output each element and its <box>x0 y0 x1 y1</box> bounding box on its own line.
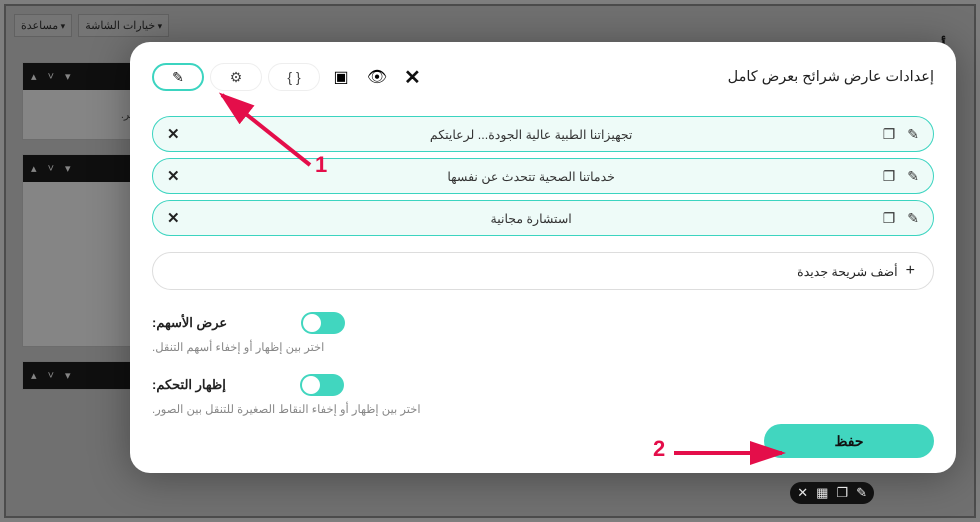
copy-icon[interactable]: ❐ <box>883 210 896 227</box>
close-icon: ✕ <box>404 67 421 89</box>
tab-code[interactable]: { } <box>268 63 320 91</box>
slide-item[interactable]: ✕ استشارة مجانية ❐ ✎ <box>152 200 934 236</box>
annotation-number-2: 2 <box>653 436 665 462</box>
slide-item[interactable]: ✕ تجهيزاتنا الطبية عالية الجودة... لرعاي… <box>152 116 934 152</box>
tab-preview[interactable]: 👁 <box>362 62 392 92</box>
save-button[interactable]: حفظ <box>764 424 934 458</box>
slide-item[interactable]: ✕ خدماتنا الصحية تتحدث عن نفسها ❐ ✎ <box>152 158 934 194</box>
eye-icon: 👁 <box>367 67 387 87</box>
gear-icon: ⚙ <box>230 69 243 86</box>
slide-list: ✕ تجهيزاتنا الطبية عالية الجودة... لرعاي… <box>152 116 934 290</box>
folder-icon: ▣ <box>333 67 348 87</box>
close-icon[interactable]: ✕ <box>797 485 808 501</box>
edit-icon[interactable]: ✎ <box>907 168 919 185</box>
remove-slide-icon[interactable]: ✕ <box>167 167 180 185</box>
arrows-toggle[interactable] <box>301 312 345 334</box>
controls-label: إظهار التحكم: <box>152 377 226 393</box>
copy-icon[interactable]: ❐ <box>836 485 848 501</box>
tab-edit[interactable]: ✎ <box>152 63 204 91</box>
slide-title: استشارة مجانية <box>180 211 883 226</box>
edit-icon[interactable]: ✎ <box>907 210 919 227</box>
tab-settings[interactable]: ⚙ <box>210 63 262 91</box>
pencil-icon[interactable]: ✎ <box>856 485 867 501</box>
annotation-number-1: 1 <box>315 152 327 178</box>
arrows-desc: اختر بين إظهار أو إخفاء أسهم التنقل. <box>152 340 446 354</box>
slide-title: خدماتنا الصحية تتحدث عن نفسها <box>180 169 883 184</box>
modal-title: إعدادات عارض شرائح بعرض كامل <box>728 69 934 85</box>
controls-desc: اختر بين إظهار أو إخفاء النقاط الصغيرة ل… <box>152 402 543 416</box>
slider-settings-modal: إعدادات عارض شرائح بعرض كامل ✎ ⚙ { } ▣ 👁… <box>130 42 956 473</box>
copy-icon[interactable]: ❐ <box>883 126 896 143</box>
grid-icon[interactable]: ▦ <box>816 485 828 501</box>
controls-toggle[interactable] <box>300 374 344 396</box>
add-slide-button[interactable]: + أضف شريحة جديدة <box>152 252 934 290</box>
slide-title: تجهيزاتنا الطبية عالية الجودة... لرعايتك… <box>180 127 883 142</box>
block-toolbar[interactable]: ✕ ▦ ❐ ✎ <box>790 482 874 504</box>
remove-slide-icon[interactable]: ✕ <box>167 125 180 143</box>
remove-slide-icon[interactable]: ✕ <box>167 209 180 227</box>
braces-icon: { } <box>287 69 300 85</box>
close-button[interactable]: ✕ <box>398 65 427 90</box>
tab-folder[interactable]: ▣ <box>326 62 356 92</box>
pencil-icon: ✎ <box>172 69 184 86</box>
plus-icon: + <box>906 262 915 280</box>
arrows-label: عرض الأسهم: <box>152 315 227 331</box>
copy-icon[interactable]: ❐ <box>883 168 896 185</box>
edit-icon[interactable]: ✎ <box>907 126 919 143</box>
add-slide-label: أضف شريحة جديدة <box>797 264 897 279</box>
